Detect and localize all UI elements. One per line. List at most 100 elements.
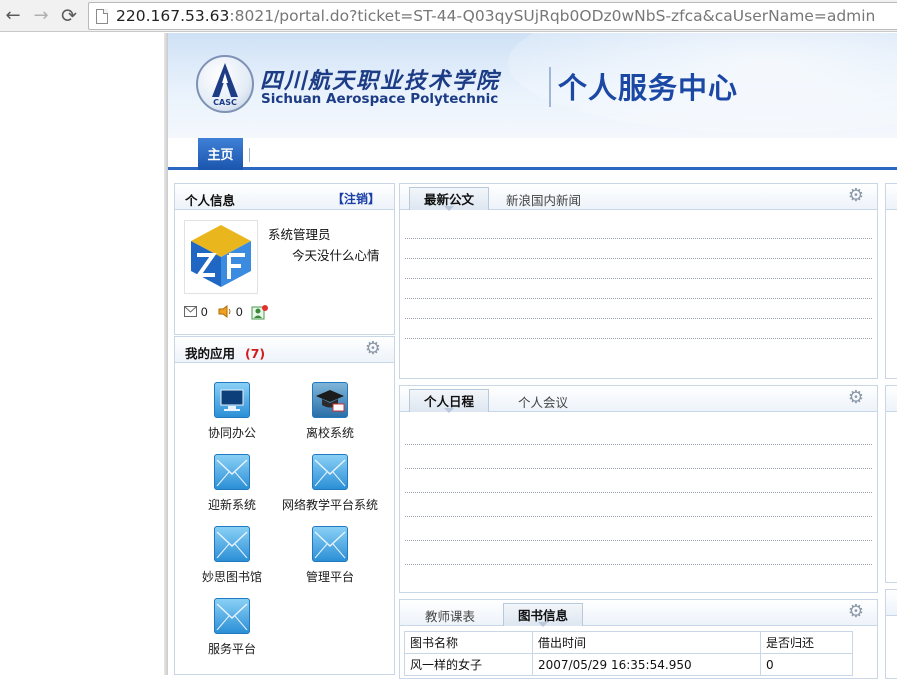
news-panel-header: 最新公文 新浪国内新闻 ⚙	[400, 184, 877, 211]
avatar	[184, 220, 258, 294]
app-item[interactable]: 迎新系统	[177, 454, 287, 513]
back-arrow-icon[interactable]: ←	[2, 5, 24, 27]
portal-page: CASC 四川航天职业技术学院 Sichuan Aerospace Polyte…	[168, 33, 897, 679]
schedule-panel-header: 个人日程 个人会议 ⚙	[400, 386, 877, 413]
list-divider	[405, 468, 872, 469]
right-panel-top	[885, 183, 897, 379]
app-item[interactable]: 服务平台	[177, 598, 287, 657]
right-panel-bottom	[885, 589, 897, 679]
library-panel: 教师课表 图书信息 ⚙ 图书名称 借出时间 是否归还 风一样的女子 2007/0…	[399, 599, 878, 679]
apps-panel-header: 我的应用 (7) ⚙	[175, 337, 394, 363]
profile-panel-header: 个人信息 【注销】	[175, 184, 394, 210]
app-label: 协同办公	[207, 426, 256, 440]
apps-count: (7)	[245, 346, 266, 361]
main-navbar: 主页	[168, 138, 897, 170]
gear-icon[interactable]: ⚙	[847, 187, 865, 205]
gear-icon[interactable]: ⚙	[847, 389, 865, 407]
book-table: 图书名称 借出时间 是否归还 风一样的女子 2007/05/29 16:35:5…	[404, 631, 853, 676]
column-header: 是否归还	[760, 631, 853, 654]
address-bar[interactable]: 220.167.53.63:8021/portal.do?ticket=ST-4…	[88, 2, 897, 30]
envelope-icon	[214, 454, 250, 490]
nav-separator	[249, 148, 250, 162]
app-label: 妙思图书馆	[201, 570, 262, 584]
online-users-stat[interactable]	[251, 304, 269, 320]
profile-panel: 个人信息 【注销】 系统管理员 今天没什么心情 0 0	[174, 183, 395, 335]
apps-panel: 我的应用 (7) ⚙ 协同办公 离校系统 迎新系统 网络教学平台系统 妙思图书馆…	[174, 336, 395, 675]
gear-icon[interactable]: ⚙	[364, 340, 382, 358]
profile-panel-title: 个人信息	[185, 193, 236, 208]
header-divider	[549, 67, 551, 107]
list-divider	[405, 444, 872, 445]
app-label: 服务平台	[207, 642, 256, 656]
list-divider	[405, 278, 872, 279]
mail-icon	[184, 306, 197, 317]
app-label: 迎新系统	[207, 498, 256, 512]
right-panel-middle	[885, 385, 897, 583]
column-header: 图书名称	[404, 631, 533, 654]
right-panel-header	[886, 590, 897, 616]
page-icon	[96, 9, 108, 24]
table-cell: 0	[760, 653, 853, 676]
profile-mood: 今天没什么心情	[292, 248, 380, 263]
list-divider	[405, 492, 872, 493]
apps-title-text: 我的应用	[185, 346, 236, 361]
app-item[interactable]: 网络教学平台系统	[275, 454, 385, 513]
browser-toolbar: ← → ⟳ 220.167.53.63:8021/portal.do?ticke…	[0, 0, 897, 32]
tab-personal-schedule[interactable]: 个人日程	[409, 389, 490, 413]
envelope-icon	[214, 598, 250, 634]
logout-link[interactable]: 【注销】	[332, 190, 380, 207]
table-cell: 2007/05/29 16:35:54.950	[532, 653, 761, 676]
gear-icon[interactable]: ⚙	[847, 603, 865, 621]
speaker-icon	[218, 305, 231, 318]
envelope-icon	[214, 526, 250, 562]
envelope-icon	[312, 454, 348, 490]
user-online-icon	[251, 305, 268, 320]
app-label: 网络教学平台系统	[281, 498, 378, 512]
right-panel-header	[886, 386, 897, 412]
monitor-icon	[214, 382, 250, 418]
column-header: 借出时间	[532, 631, 761, 654]
table-header-row: 图书名称 借出时间 是否归还	[404, 631, 853, 654]
app-item[interactable]: 管理平台	[275, 526, 385, 585]
portal-title: 个人服务中心	[558, 71, 739, 105]
list-divider	[405, 318, 872, 319]
tab-book-info[interactable]: 图书信息	[503, 603, 584, 627]
zf-logo-icon	[191, 225, 251, 287]
notice-stat[interactable]: 0	[218, 304, 243, 320]
news-panel: 最新公文 新浪国内新闻 ⚙	[399, 183, 878, 379]
table-row[interactable]: 风一样的女子 2007/05/29 16:35:54.950 0	[404, 653, 853, 676]
tab-personal-meeting[interactable]: 个人会议	[518, 392, 568, 411]
profile-name: 系统管理员	[268, 227, 331, 242]
list-divider	[405, 564, 872, 565]
list-divider	[405, 540, 872, 541]
app-label: 管理平台	[305, 570, 354, 584]
url-rest: :8021/portal.do?ticket=ST-44-Q03qySUjRqb…	[229, 7, 876, 25]
casc-emblem-icon: CASC	[212, 63, 238, 107]
notice-count: 0	[235, 305, 243, 319]
list-divider	[405, 298, 872, 299]
graduation-cap-icon	[312, 382, 348, 418]
tab-latest-docs[interactable]: 最新公文	[409, 187, 490, 211]
nav-tab-home[interactable]: 主页	[198, 138, 243, 170]
forward-arrow-icon[interactable]: →	[30, 5, 52, 27]
mail-count: 0	[200, 305, 208, 319]
app-item[interactable]: 离校系统	[275, 382, 385, 441]
envelope-icon	[312, 526, 348, 562]
app-label: 离校系统	[305, 426, 354, 440]
school-name-en: Sichuan Aerospace Polytechnic	[261, 91, 499, 107]
school-logo: CASC	[196, 55, 254, 113]
schedule-panel: 个人日程 个人会议 ⚙	[399, 385, 878, 593]
apps-panel-title: 我的应用 (7)	[185, 343, 265, 362]
list-divider	[405, 338, 872, 339]
app-item[interactable]: 妙思图书馆	[177, 526, 287, 585]
list-divider	[405, 516, 872, 517]
app-item[interactable]: 协同办公	[177, 382, 287, 441]
url-text[interactable]: 220.167.53.63:8021/portal.do?ticket=ST-4…	[116, 6, 875, 26]
mail-stat[interactable]: 0	[184, 304, 208, 320]
url-host: 220.167.53.63	[116, 7, 230, 25]
logo-text: CASC	[213, 98, 237, 107]
reload-icon[interactable]: ⟳	[58, 5, 80, 27]
table-cell: 风一样的女子	[404, 653, 533, 676]
tab-teacher-timetable[interactable]: 教师课表	[425, 606, 475, 625]
tab-sina-news[interactable]: 新浪国内新闻	[506, 190, 581, 209]
